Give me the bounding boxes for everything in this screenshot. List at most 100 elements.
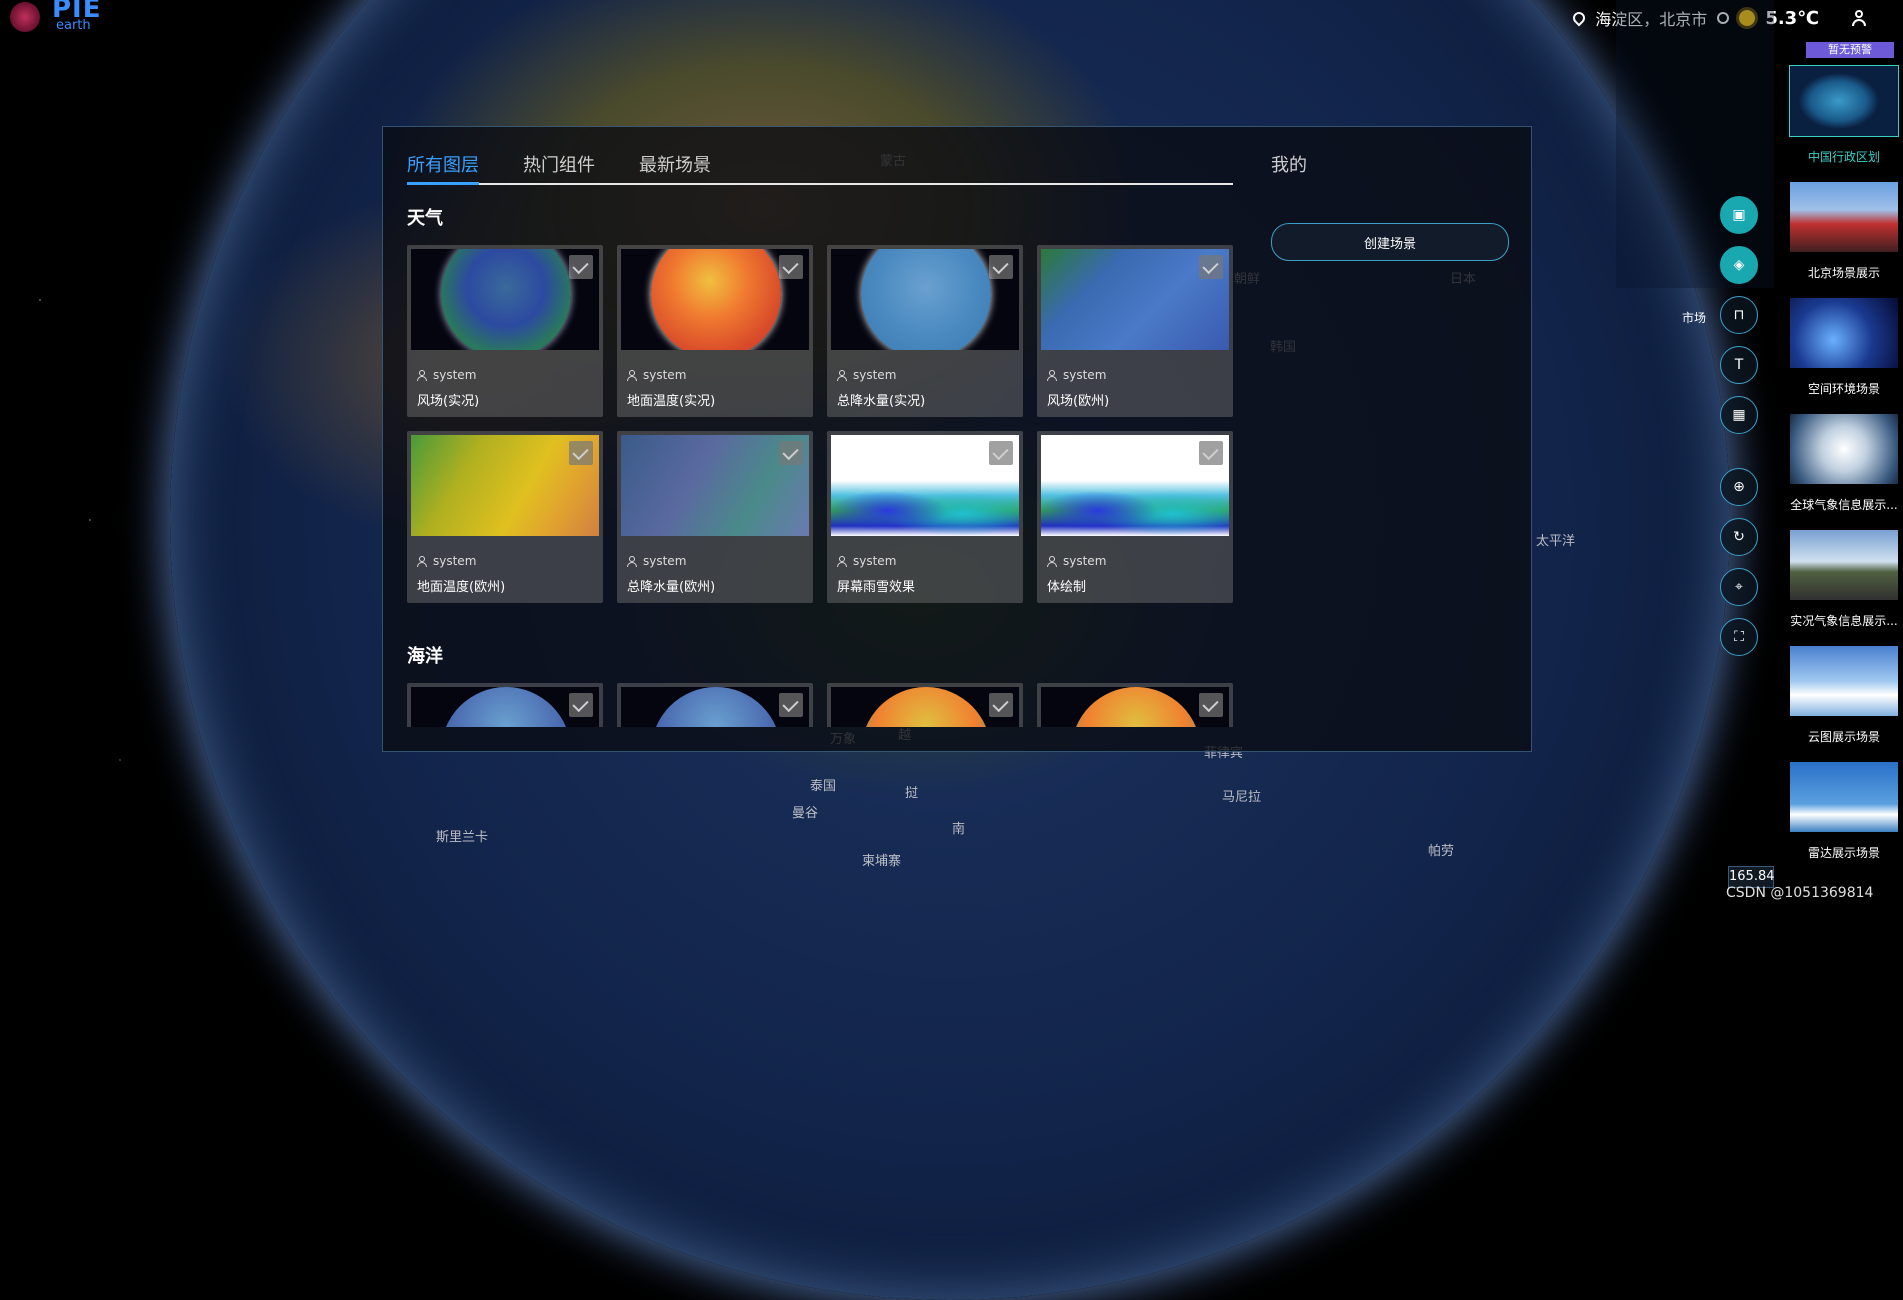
layer-thumbnail [1041, 249, 1229, 350]
tab-hot-components[interactable]: 热门组件 [523, 151, 595, 181]
layer-owner: system [627, 554, 809, 568]
scene-label: 中国行政区划 [1807, 150, 1880, 164]
section-title-weather: 天气 [407, 208, 443, 229]
map-label: 帕劳 [1428, 844, 1455, 859]
check-icon[interactable] [1199, 693, 1223, 717]
layer-panel: 所有图层 热门组件 最新场景 我的 创建场景 天气 system 风场(实况) … [382, 126, 1532, 752]
check-icon[interactable] [1199, 441, 1223, 465]
layers-icon[interactable]: ◈ [1720, 246, 1758, 284]
grid-icon[interactable]: ▦ [1720, 396, 1758, 434]
scene-thumbnail [1789, 65, 1899, 137]
fullscreen-icon[interactable]: ⛶ [1720, 618, 1758, 656]
scene-thumbnail [1790, 298, 1898, 368]
scene-label: 空间环境场景 [1807, 382, 1880, 396]
check-icon[interactable] [779, 693, 803, 717]
layer-card[interactable] [407, 683, 603, 727]
check-icon[interactable] [779, 441, 803, 465]
map-label: 马尼拉 [1222, 790, 1262, 805]
scene-item[interactable]: 空间环境场景 [1790, 298, 1898, 397]
cube-icon[interactable]: ▣ [1720, 196, 1758, 234]
layer-card[interactable]: system 地面温度(欧州) [407, 431, 603, 603]
scene-thumbnail [1790, 762, 1898, 832]
layer-thumbnail [411, 687, 599, 727]
layer-name: 总降水量(实况) [837, 394, 926, 409]
scene-label: 全球气象信息展示... [1790, 498, 1898, 512]
scene-label: 云图展示场景 [1807, 730, 1880, 744]
check-icon[interactable] [1199, 255, 1223, 279]
scene-item[interactable]: 北京场景展示 [1790, 182, 1898, 281]
layer-card[interactable]: system 屏幕雨雪效果 [827, 431, 1023, 603]
create-scene-button[interactable]: 创建场景 [1271, 223, 1509, 261]
scene-item[interactable]: 全球气象信息展示... [1790, 414, 1898, 513]
scene-label: 实况气象信息展示... [1790, 614, 1898, 628]
tab-mine[interactable]: 我的 [1271, 151, 1307, 177]
layer-name: 风场(实况) [417, 394, 480, 409]
user-icon [837, 556, 847, 567]
layer-card[interactable]: system 风场(实况) [407, 245, 603, 417]
map-label: 斯里兰卡 [436, 830, 489, 845]
tab-all-layers[interactable]: 所有图层 [407, 151, 479, 185]
layer-name: 总降水量(欧州) [627, 580, 716, 595]
layer-owner: system [627, 368, 809, 382]
layer-thumbnail [621, 249, 809, 350]
user-icon [417, 370, 427, 381]
map-label: 泰国 [810, 779, 837, 794]
check-icon[interactable] [989, 693, 1013, 717]
user-icon[interactable] [1851, 10, 1867, 26]
layer-card[interactable] [827, 683, 1023, 727]
layer-card[interactable]: system 体绘制 [1037, 431, 1233, 603]
user-icon [1047, 556, 1057, 567]
refresh-icon[interactable]: ↻ [1720, 518, 1758, 556]
layer-thumbnail [1041, 687, 1229, 727]
logo-subtext: earth [56, 18, 91, 33]
layer-owner: system [1047, 368, 1229, 382]
app-logo[interactable]: PIE earth [6, 0, 101, 34]
scene-thumbnail [1790, 530, 1898, 600]
layer-card[interactable]: system 地面温度(实况) [617, 245, 813, 417]
map-label: 太平洋 [1536, 534, 1576, 549]
ocean-grid [407, 683, 1237, 727]
user-icon [627, 556, 637, 567]
layer-list[interactable]: 天气 system 风场(实况) system 地面温度(实况) system … [407, 205, 1237, 727]
scene-item[interactable]: 雷达展示场景 [1790, 762, 1898, 861]
scene-thumbnail [1790, 414, 1898, 484]
layer-thumbnail [411, 435, 599, 536]
logo-badge-icon [10, 2, 40, 32]
scene-thumbnail [1790, 646, 1898, 716]
check-icon[interactable] [569, 441, 593, 465]
weather-grid: system 风场(实况) system 地面温度(实况) system 总降水… [407, 245, 1237, 603]
check-icon[interactable] [779, 255, 803, 279]
warning-badge: 暂无预警 [1806, 42, 1894, 58]
map-label: 挝 [905, 786, 919, 801]
layer-card[interactable] [1037, 683, 1233, 727]
section-title-ocean: 海洋 [407, 646, 443, 667]
bag-icon[interactable]: ⊓ [1720, 296, 1758, 334]
tab-latest-scenes[interactable]: 最新场景 [639, 151, 711, 181]
layer-thumbnail [1041, 435, 1229, 536]
scene-item[interactable]: 中国行政区划 [1789, 65, 1899, 165]
layer-owner: system [417, 368, 599, 382]
layer-card[interactable]: system 风场(欧州) [1037, 245, 1233, 417]
scene-item[interactable]: 云图展示场景 [1790, 646, 1898, 745]
check-icon[interactable] [989, 441, 1013, 465]
location-pin-icon [1570, 9, 1588, 27]
layer-name: 地面温度(实况) [627, 394, 716, 409]
user-icon [1047, 370, 1057, 381]
check-icon[interactable] [569, 255, 593, 279]
layer-card[interactable]: system 总降水量(欧州) [617, 431, 813, 603]
scene-item[interactable]: 实况气象信息展示... [1790, 530, 1898, 629]
layer-owner: system [837, 554, 1019, 568]
layer-card[interactable] [617, 683, 813, 727]
scene-list[interactable]: 暂无预警 中国行政区划 北京场景展示 空间环境场景 全球气象信息展示... 实况… [1776, 40, 1903, 911]
map-label: 曼谷 [792, 806, 819, 821]
layer-card[interactable]: system 总降水量(实况) [827, 245, 1023, 417]
check-icon[interactable] [989, 255, 1013, 279]
text-icon[interactable]: T [1720, 346, 1758, 384]
scene-label: 北京场景展示 [1807, 266, 1880, 280]
scene-thumbnail [1790, 182, 1898, 252]
layer-owner: system [837, 368, 1019, 382]
location-pin-icon[interactable]: ⌖ [1720, 568, 1758, 606]
check-icon[interactable] [569, 693, 593, 717]
globe-icon[interactable]: ⊕ [1720, 468, 1758, 506]
scene-label: 雷达展示场景 [1807, 846, 1880, 860]
